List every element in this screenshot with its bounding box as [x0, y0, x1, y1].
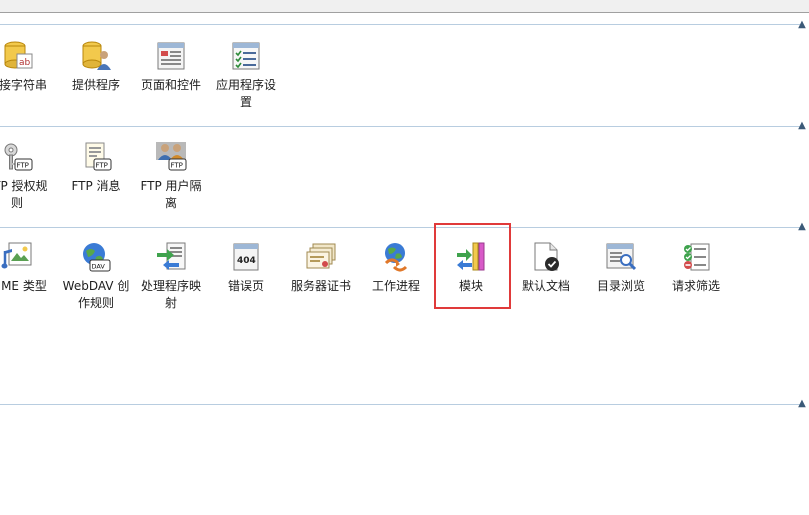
svg-text:404: 404	[237, 256, 256, 266]
server-certificates-icon	[306, 243, 336, 269]
directory-browsing-icon	[606, 243, 637, 271]
svg-text:ab: ab	[19, 58, 31, 68]
feature-providers[interactable]: 提供程序	[61, 40, 131, 94]
ftp-messages-icon: FTP	[85, 142, 112, 171]
feature-mime-types[interactable]: MIME 类型	[0, 241, 52, 295]
feature-ftp-authorization[interactable]: FTP FTP 授权规则	[0, 141, 52, 212]
group-separator	[0, 24, 800, 25]
group-separator	[0, 227, 800, 228]
feature-connection-strings[interactable]: ab 连接字符串	[0, 40, 52, 94]
feature-label: 服务器证书	[290, 279, 351, 293]
feature-default-document[interactable]: 默认文档	[511, 241, 581, 295]
connection-string-icon: ab	[4, 41, 33, 69]
feature-server-certificates[interactable]: 服务器证书	[286, 241, 356, 295]
feature-label: 页面和控件	[140, 78, 201, 92]
ftp-user-isolation-icon: FTP	[156, 142, 187, 171]
feature-ftp-user-isolation[interactable]: FTP FTP 用户隔离	[136, 141, 206, 212]
feature-worker-processes[interactable]: 工作进程	[361, 241, 431, 295]
feature-label: FTP 用户隔离	[140, 179, 202, 210]
chevron-up-icon[interactable]: ▲	[797, 121, 807, 131]
feature-directory-browsing[interactable]: 目录浏览	[586, 241, 656, 295]
ftp-authorization-icon: FTP	[4, 143, 33, 171]
mime-types-icon	[1, 242, 32, 269]
default-document-icon	[534, 242, 559, 271]
providers-icon	[82, 41, 111, 70]
group-separator	[0, 126, 800, 127]
feature-label: 模块	[458, 279, 483, 293]
worker-processes-icon	[384, 243, 408, 272]
feature-label: 连接字符串	[0, 78, 47, 92]
feature-request-filtering[interactable]: 请求筛选	[661, 241, 731, 295]
feature-label: 处理程序映射	[140, 279, 201, 310]
feature-view: ▲ ab 连接字符串 提供程序 页面和	[0, 0, 809, 515]
feature-webdav-rules[interactable]: DAV WebDAV 创作规则	[61, 241, 131, 312]
feature-pages-controls[interactable]: 页面和控件	[136, 40, 206, 94]
feature-label: FTP 授权规则	[0, 179, 48, 210]
feature-label: 目录浏览	[596, 279, 645, 293]
pages-controls-icon	[157, 42, 185, 70]
toolbar-strip	[0, 0, 809, 13]
feature-label: WebDAV 创作规则	[62, 279, 130, 310]
feature-label: FTP 消息	[71, 179, 121, 193]
svg-text:DAV: DAV	[92, 263, 106, 271]
feature-handler-mappings[interactable]: 处理程序映射	[136, 241, 206, 312]
feature-label: 请求筛选	[671, 279, 720, 293]
svg-text:FTP: FTP	[17, 162, 29, 170]
feature-ftp-messages[interactable]: FTP FTP 消息	[61, 141, 131, 195]
feature-label: 应用程序设置	[215, 78, 276, 109]
feature-label: MIME 类型	[0, 279, 47, 293]
feature-app-settings[interactable]: 应用程序设置	[211, 40, 281, 111]
modules-icon	[457, 242, 485, 271]
app-settings-icon	[232, 42, 260, 70]
webdav-icon: DAV	[83, 243, 111, 272]
chevron-up-icon[interactable]: ▲	[797, 399, 807, 409]
feature-modules[interactable]: 模块	[436, 241, 506, 295]
group-separator	[0, 404, 800, 405]
feature-error-pages[interactable]: 404 错误页	[211, 241, 281, 295]
svg-text:FTP: FTP	[171, 162, 183, 170]
request-filtering-icon	[684, 243, 710, 271]
handler-mappings-icon	[157, 242, 186, 270]
feature-label: 默认文档	[521, 279, 570, 293]
feature-label: 错误页	[227, 279, 264, 293]
chevron-up-icon[interactable]: ▲	[797, 222, 807, 232]
error-pages-icon: 404	[233, 243, 259, 271]
chevron-up-icon[interactable]: ▲	[797, 20, 807, 30]
feature-label: 工作进程	[371, 279, 420, 293]
svg-text:FTP: FTP	[96, 162, 108, 170]
feature-label: 提供程序	[71, 78, 120, 92]
